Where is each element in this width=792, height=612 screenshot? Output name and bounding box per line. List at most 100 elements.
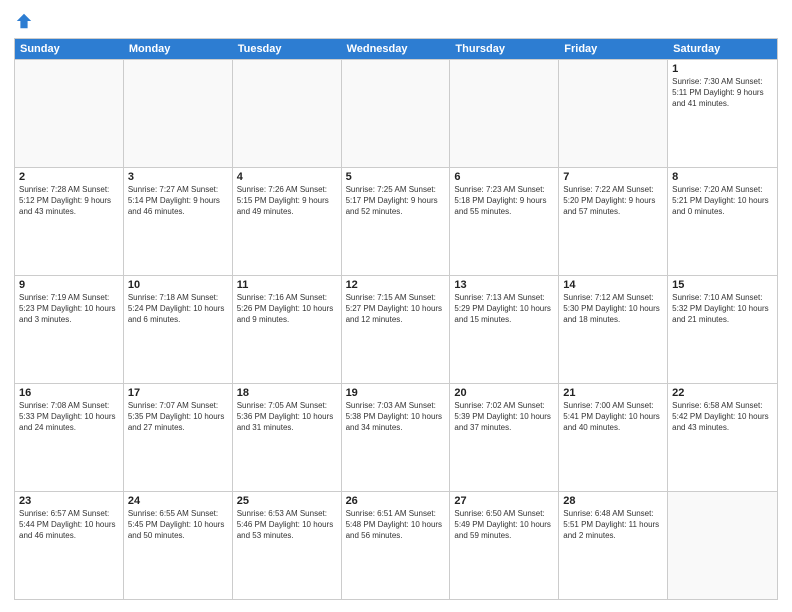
day-cell-1: 1 Sunrise: 7:30 AM Sunset: 5:11 PM Daylig… (668, 60, 777, 167)
week-row-2: 2 Sunrise: 7:28 AM Sunset: 5:12 PM Daylig… (15, 167, 777, 275)
day-number: 28 (563, 495, 663, 507)
day-number: 2 (19, 171, 119, 183)
day-info: Sunrise: 7:08 AM Sunset: 5:33 PM Dayligh… (19, 401, 119, 433)
empty-cell (450, 60, 559, 167)
day-info: Sunrise: 7:18 AM Sunset: 5:24 PM Dayligh… (128, 293, 228, 325)
day-number: 9 (19, 279, 119, 291)
day-cell-13: 13 Sunrise: 7:13 AM Sunset: 5:29 PM Dayli… (450, 276, 559, 383)
day-cell-9: 9 Sunrise: 7:19 AM Sunset: 5:23 PM Daylig… (15, 276, 124, 383)
day-cell-4: 4Sunrise: 7:26 AM Sunset: 5:15 PM Daylig… (233, 168, 342, 275)
week-row-5: 23 Sunrise: 6:57 AM Sunset: 5:44 PM Dayli… (15, 491, 777, 599)
header (14, 12, 778, 30)
day-number: 21 (563, 387, 663, 399)
day-number: 3 (128, 171, 228, 183)
day-number: 4 (237, 171, 337, 183)
day-info: Sunrise: 7:23 AM Sunset: 5:18 PM Dayligh… (454, 185, 554, 217)
day-info: Sunrise: 7:12 AM Sunset: 5:30 PM Dayligh… (563, 293, 663, 325)
week-row-4: 16 Sunrise: 7:08 AM Sunset: 5:33 PM Dayli… (15, 383, 777, 491)
empty-cell (15, 60, 124, 167)
weekday-header-saturday: Saturday (668, 39, 777, 59)
day-cell-14: 14 Sunrise: 7:12 AM Sunset: 5:30 PM Dayli… (559, 276, 668, 383)
day-info: Sunrise: 6:55 AM Sunset: 5:45 PM Dayligh… (128, 509, 228, 541)
day-cell-5: 5 Sunrise: 7:25 AM Sunset: 5:17 PM Daylig… (342, 168, 451, 275)
day-cell-20: 20Sunrise: 7:02 AM Sunset: 5:39 PM Dayli… (450, 384, 559, 491)
weekday-header-monday: Monday (124, 39, 233, 59)
day-cell-19: 19 Sunrise: 7:03 AM Sunset: 5:38 PM Dayli… (342, 384, 451, 491)
calendar-header-row: SundayMondayTuesdayWednesdayThursdayFrid… (15, 39, 777, 59)
day-info: Sunrise: 7:05 AM Sunset: 5:36 PM Dayligh… (237, 401, 337, 433)
day-cell-10: 10 Sunrise: 7:18 AM Sunset: 5:24 PM Dayli… (124, 276, 233, 383)
day-cell-8: 8Sunrise: 7:20 AM Sunset: 5:21 PM Daylig… (668, 168, 777, 275)
calendar-body: 1 Sunrise: 7:30 AM Sunset: 5:11 PM Daylig… (15, 59, 777, 599)
day-number: 27 (454, 495, 554, 507)
day-number: 17 (128, 387, 228, 399)
day-number: 7 (563, 171, 663, 183)
day-cell-3: 3 Sunrise: 7:27 AM Sunset: 5:14 PM Daylig… (124, 168, 233, 275)
day-cell-24: 24 Sunrise: 6:55 AM Sunset: 5:45 PM Dayli… (124, 492, 233, 599)
day-info: Sunrise: 7:27 AM Sunset: 5:14 PM Dayligh… (128, 185, 228, 217)
day-number: 6 (454, 171, 554, 183)
weekday-header-tuesday: Tuesday (233, 39, 342, 59)
day-info: Sunrise: 7:22 AM Sunset: 5:20 PM Dayligh… (563, 185, 663, 217)
day-info: Sunrise: 7:20 AM Sunset: 5:21 PM Dayligh… (672, 185, 773, 217)
weekday-header-wednesday: Wednesday (342, 39, 451, 59)
day-cell-26: 26Sunrise: 6:51 AM Sunset: 5:48 PM Dayli… (342, 492, 451, 599)
day-cell-25: 25 Sunrise: 6:53 AM Sunset: 5:46 PM Dayli… (233, 492, 342, 599)
day-info: Sunrise: 7:19 AM Sunset: 5:23 PM Dayligh… (19, 293, 119, 325)
empty-cell (233, 60, 342, 167)
day-info: Sunrise: 7:00 AM Sunset: 5:41 PM Dayligh… (563, 401, 663, 433)
day-number: 14 (563, 279, 663, 291)
day-number: 12 (346, 279, 446, 291)
day-number: 24 (128, 495, 228, 507)
logo-icon (15, 12, 33, 30)
day-info: Sunrise: 7:02 AM Sunset: 5:39 PM Dayligh… (454, 401, 554, 433)
day-cell-12: 12Sunrise: 7:15 AM Sunset: 5:27 PM Dayli… (342, 276, 451, 383)
day-number: 26 (346, 495, 446, 507)
day-number: 19 (346, 387, 446, 399)
day-info: Sunrise: 6:57 AM Sunset: 5:44 PM Dayligh… (19, 509, 119, 541)
day-info: Sunrise: 6:53 AM Sunset: 5:46 PM Dayligh… (237, 509, 337, 541)
weekday-header-sunday: Sunday (15, 39, 124, 59)
day-number: 25 (237, 495, 337, 507)
day-info: Sunrise: 7:10 AM Sunset: 5:32 PM Dayligh… (672, 293, 773, 325)
day-number: 16 (19, 387, 119, 399)
day-number: 10 (128, 279, 228, 291)
day-number: 5 (346, 171, 446, 183)
weekday-header-friday: Friday (559, 39, 668, 59)
day-number: 13 (454, 279, 554, 291)
day-cell-16: 16 Sunrise: 7:08 AM Sunset: 5:33 PM Dayli… (15, 384, 124, 491)
day-info: Sunrise: 7:30 AM Sunset: 5:11 PM Dayligh… (672, 77, 773, 109)
weekday-header-thursday: Thursday (450, 39, 559, 59)
day-cell-22: 22 Sunrise: 6:58 AM Sunset: 5:42 PM Dayli… (668, 384, 777, 491)
calendar: SundayMondayTuesdayWednesdayThursdayFrid… (14, 38, 778, 600)
day-number: 15 (672, 279, 773, 291)
day-info: Sunrise: 7:28 AM Sunset: 5:12 PM Dayligh… (19, 185, 119, 217)
day-cell-7: 7 Sunrise: 7:22 AM Sunset: 5:20 PM Daylig… (559, 168, 668, 275)
day-number: 23 (19, 495, 119, 507)
day-cell-6: 6 Sunrise: 7:23 AM Sunset: 5:18 PM Daylig… (450, 168, 559, 275)
day-info: Sunrise: 7:25 AM Sunset: 5:17 PM Dayligh… (346, 185, 446, 217)
day-number: 11 (237, 279, 337, 291)
empty-cell (668, 492, 777, 599)
week-row-1: 1 Sunrise: 7:30 AM Sunset: 5:11 PM Daylig… (15, 59, 777, 167)
day-info: Sunrise: 6:50 AM Sunset: 5:49 PM Dayligh… (454, 509, 554, 541)
logo (14, 12, 33, 30)
day-cell-18: 18 Sunrise: 7:05 AM Sunset: 5:36 PM Dayli… (233, 384, 342, 491)
day-info: Sunrise: 7:13 AM Sunset: 5:29 PM Dayligh… (454, 293, 554, 325)
empty-cell (559, 60, 668, 167)
day-info: Sunrise: 7:07 AM Sunset: 5:35 PM Dayligh… (128, 401, 228, 433)
day-info: Sunrise: 6:58 AM Sunset: 5:42 PM Dayligh… (672, 401, 773, 433)
day-info: Sunrise: 6:48 AM Sunset: 5:51 PM Dayligh… (563, 509, 663, 541)
day-cell-21: 21 Sunrise: 7:00 AM Sunset: 5:41 PM Dayli… (559, 384, 668, 491)
week-row-3: 9 Sunrise: 7:19 AM Sunset: 5:23 PM Daylig… (15, 275, 777, 383)
day-cell-17: 17 Sunrise: 7:07 AM Sunset: 5:35 PM Dayli… (124, 384, 233, 491)
day-info: Sunrise: 7:03 AM Sunset: 5:38 PM Dayligh… (346, 401, 446, 433)
day-cell-27: 27 Sunrise: 6:50 AM Sunset: 5:49 PM Dayli… (450, 492, 559, 599)
day-number: 18 (237, 387, 337, 399)
day-cell-23: 23 Sunrise: 6:57 AM Sunset: 5:44 PM Dayli… (15, 492, 124, 599)
day-number: 1 (672, 63, 773, 75)
day-number: 22 (672, 387, 773, 399)
page: SundayMondayTuesdayWednesdayThursdayFrid… (0, 0, 792, 612)
day-cell-2: 2 Sunrise: 7:28 AM Sunset: 5:12 PM Daylig… (15, 168, 124, 275)
day-info: Sunrise: 7:16 AM Sunset: 5:26 PM Dayligh… (237, 293, 337, 325)
